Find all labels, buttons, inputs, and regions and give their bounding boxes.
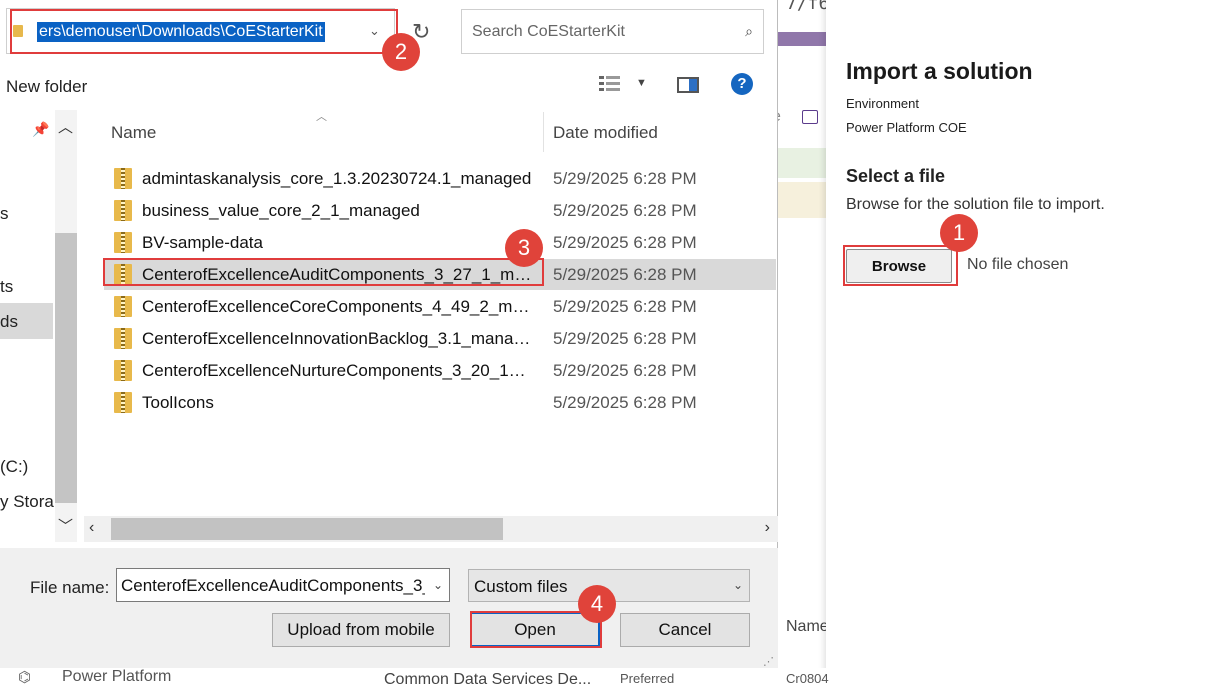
highlight-address-bar bbox=[10, 9, 398, 54]
column-separator[interactable] bbox=[543, 112, 544, 152]
environment-label: Environment bbox=[846, 96, 919, 111]
view-dropdown-icon[interactable]: ▼ bbox=[636, 77, 647, 89]
nav-scroll-thumb[interactable] bbox=[55, 233, 77, 503]
nav-item-4[interactable]: (C:) bbox=[0, 457, 28, 477]
zip-folder-icon bbox=[114, 360, 132, 381]
scroll-down-icon[interactable]: ﹀ bbox=[58, 515, 73, 536]
pin-icon[interactable]: 📌 bbox=[32, 121, 49, 138]
scroll-right-icon[interactable]: › bbox=[765, 519, 770, 537]
file-row[interactable]: business_value_core_2_1_managed 5/29/202… bbox=[104, 195, 776, 226]
file-row[interactable]: ToolIcons 5/29/2025 6:28 PM bbox=[104, 387, 776, 418]
file-date: 5/29/2025 6:28 PM bbox=[553, 297, 697, 316]
zip-folder-icon bbox=[114, 200, 132, 221]
power-platform-label[interactable]: Power Platform bbox=[62, 668, 171, 686]
step-badge-1: 1 bbox=[940, 214, 978, 252]
scroll-left-icon[interactable]: ‹ bbox=[89, 519, 94, 537]
file-name-value: CenterofExcellenceAuditComponents_3_27_1… bbox=[121, 576, 425, 595]
nav-item-5[interactable]: y Stora bbox=[0, 492, 54, 512]
resize-grip-icon[interactable]: ⋰ bbox=[763, 655, 774, 668]
nav-item-1[interactable]: s bbox=[0, 204, 9, 224]
zip-folder-icon bbox=[114, 328, 132, 349]
import-solution-panel: Import a solution Environment Power Plat… bbox=[826, 0, 1216, 689]
power-platform-icon: ⌬ bbox=[18, 669, 32, 686]
nav-item-2[interactable]: ts bbox=[0, 277, 13, 297]
zip-folder-icon bbox=[114, 296, 132, 317]
file-date: 5/29/2025 6:28 PM bbox=[553, 393, 697, 412]
preview-pane-icon[interactable] bbox=[677, 77, 699, 93]
environment-value: Power Platform COE bbox=[846, 120, 967, 135]
no-file-chosen-text: No file chosen bbox=[967, 256, 1069, 273]
sort-caret-icon: ︿ bbox=[316, 111, 327, 123]
file-row[interactable]: CenterofExcellenceNurtureComponents_3_20… bbox=[104, 355, 776, 386]
file-name-input[interactable]: CenterofExcellenceAuditComponents_3_27_1… bbox=[116, 568, 450, 602]
background-table-header: Name bbox=[786, 618, 829, 635]
file-date: 5/29/2025 6:28 PM bbox=[553, 329, 697, 348]
select-file-heading: Select a file bbox=[846, 166, 946, 186]
chevron-down-icon[interactable]: ⌄ bbox=[433, 578, 443, 592]
zip-folder-icon bbox=[114, 392, 132, 413]
file-name: CenterofExcellenceNurtureComponents_3_20… bbox=[142, 361, 534, 380]
file-row[interactable]: CenterofExcellenceInnovationBacklog_3.1_… bbox=[104, 323, 776, 354]
highlight-selected-file bbox=[103, 258, 544, 286]
search-placeholder: Search CoEStarterKit bbox=[472, 23, 625, 40]
upload-from-mobile-button[interactable]: Upload from mobile bbox=[272, 613, 450, 647]
file-name: admintaskanalysis_core_1.3.20230724.1_ma… bbox=[142, 169, 532, 188]
panel-title: Import a solution bbox=[846, 58, 1033, 84]
nav-scrollbar[interactable]: ︿ ﹀ bbox=[55, 110, 77, 542]
file-date: 5/29/2025 6:28 PM bbox=[553, 169, 697, 188]
background-toolbar-icon bbox=[802, 110, 818, 124]
chevron-down-icon[interactable]: ⌄ bbox=[733, 578, 743, 592]
view-options-icon[interactable] bbox=[598, 74, 622, 94]
file-row[interactable]: BV-sample-data 5/29/2025 6:28 PM bbox=[104, 227, 776, 258]
file-name: BV-sample-data bbox=[142, 233, 263, 252]
select-file-description: Browse for the solution file to import. bbox=[846, 196, 1105, 213]
horizontal-scrollbar[interactable]: ‹ › bbox=[84, 516, 778, 542]
nav-item-3[interactable]: ds bbox=[0, 312, 18, 332]
horizontal-scroll-thumb[interactable] bbox=[111, 518, 503, 540]
step-badge-3: 3 bbox=[505, 229, 543, 267]
dialog-footer bbox=[0, 548, 778, 668]
background-cr-text: Cr0804 bbox=[786, 671, 829, 686]
file-row[interactable]: admintaskanalysis_core_1.3.20230724.1_ma… bbox=[104, 163, 776, 194]
file-row[interactable]: CenterofExcellenceCoreComponents_4_49_2_… bbox=[104, 291, 776, 322]
background-band-yellow bbox=[776, 182, 826, 218]
background-preferred-text: Preferred bbox=[620, 671, 675, 686]
background-header-bar bbox=[776, 32, 826, 46]
file-name: business_value_core_2_1_managed bbox=[142, 201, 420, 220]
scroll-up-icon[interactable]: ︿ bbox=[58, 116, 73, 137]
search-input[interactable]: Search CoEStarterKit ⌕ bbox=[461, 9, 764, 54]
background-cds-text: Common Data Services De... bbox=[384, 671, 592, 688]
file-date: 5/29/2025 6:28 PM bbox=[553, 233, 697, 252]
file-name-label: File name: bbox=[30, 578, 110, 597]
step-badge-4: 4 bbox=[578, 585, 616, 623]
search-icon[interactable]: ⌕ bbox=[745, 23, 753, 40]
file-open-dialog: ers\demouser\Downloads\CoEStarterKit ⌄ ↻… bbox=[0, 0, 778, 668]
bottom-strip bbox=[0, 668, 1216, 689]
step-badge-2: 2 bbox=[382, 33, 420, 71]
zip-folder-icon bbox=[114, 168, 132, 189]
file-date: 5/29/2025 6:28 PM bbox=[553, 361, 697, 380]
file-date: 5/29/2025 6:28 PM bbox=[553, 201, 697, 220]
zip-folder-icon bbox=[114, 232, 132, 253]
help-icon[interactable]: ? bbox=[731, 73, 753, 95]
new-folder-button[interactable]: New folder bbox=[6, 77, 87, 97]
cancel-button[interactable]: Cancel bbox=[620, 613, 750, 647]
file-date: 5/29/2025 6:28 PM bbox=[553, 265, 697, 284]
file-type-value: Custom files bbox=[474, 577, 568, 596]
background-band-green bbox=[776, 148, 826, 178]
highlight-browse-button bbox=[843, 245, 958, 286]
file-name: CenterofExcellenceCoreComponents_4_49_2_… bbox=[142, 297, 534, 316]
column-header-date-modified[interactable]: Date modified bbox=[553, 123, 658, 143]
file-name: ToolIcons bbox=[142, 393, 214, 412]
column-header-name[interactable]: Name bbox=[111, 123, 156, 143]
file-name: CenterofExcellenceInnovationBacklog_3.1_… bbox=[142, 329, 534, 348]
